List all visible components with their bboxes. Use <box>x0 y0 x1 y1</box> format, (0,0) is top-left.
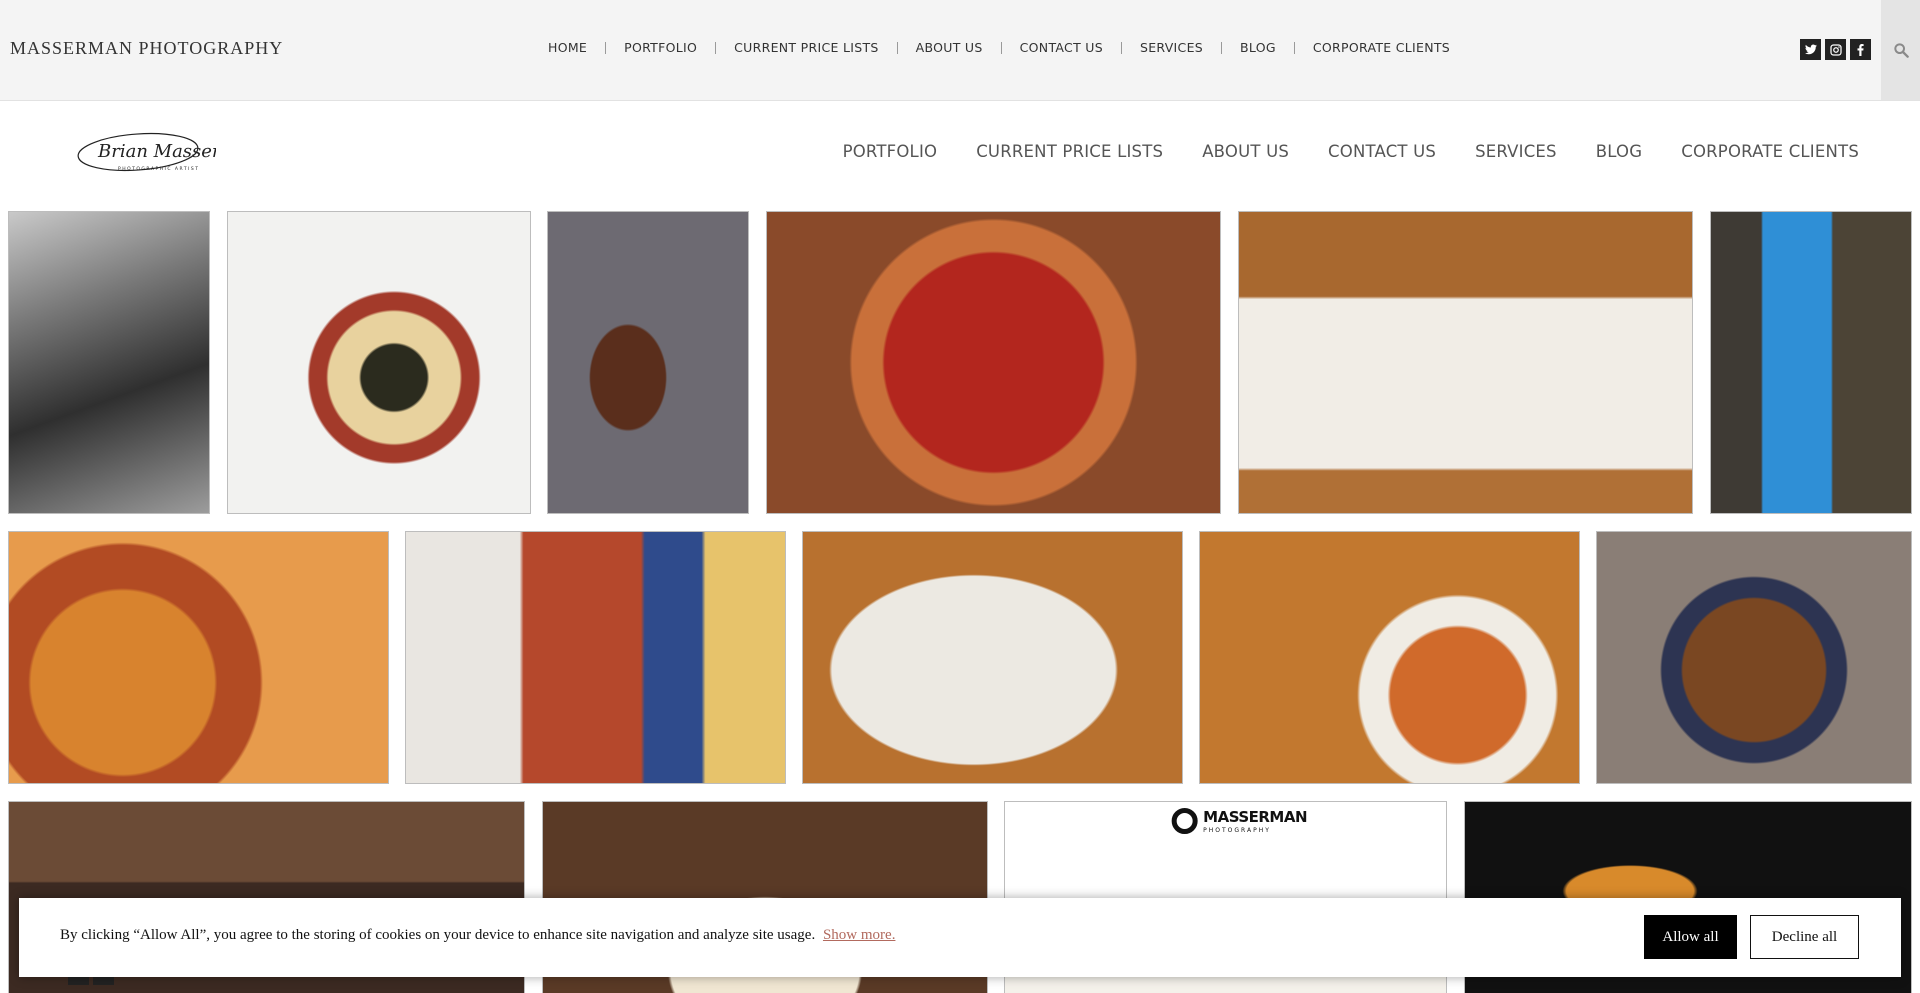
photo-pontoon-ale-can[interactable] <box>1710 211 1912 514</box>
facebook-icon[interactable] <box>1850 39 1871 60</box>
search-icon <box>1893 43 1909 58</box>
brand-logo[interactable]: Brian Masserman PHOTOGRAPHIC ARTIST <box>76 126 260 178</box>
cookie-message: By clicking “Allow All”, you agree to th… <box>60 927 895 944</box>
cookie-banner: By clicking “Allow All”, you agree to th… <box>19 898 1901 977</box>
photo-fish-tacos-chips[interactable] <box>405 531 786 784</box>
cookie-message-text: By clicking “Allow All”, you agree to th… <box>60 927 816 943</box>
top-nav-current-price-lists[interactable]: CURRENT PRICE LISTS <box>734 40 878 55</box>
main-nav-current-price-lists[interactable]: CURRENT PRICE LISTS <box>976 142 1163 161</box>
top-bar: MASSERMAN PHOTOGRAPHY HOME PORTFOLIO CUR… <box>0 0 1920 101</box>
photo-two-pizzas-salad[interactable] <box>8 531 389 784</box>
top-nav-corporate-clients[interactable]: CORPORATE CLIENTS <box>1313 40 1450 55</box>
photo-tomahawk-steak[interactable] <box>547 211 749 514</box>
main-nav-corporate-clients[interactable]: CORPORATE CLIENTS <box>1681 142 1859 161</box>
photo-plated-beet-dish[interactable] <box>227 211 531 514</box>
top-nav-portfolio[interactable]: PORTFOLIO <box>624 40 697 55</box>
main-nav-contact-us[interactable]: CONTACT US <box>1328 142 1436 161</box>
top-nav-blog[interactable]: BLOG <box>1240 40 1276 55</box>
photo-portrait-dreadlocks[interactable] <box>8 211 210 514</box>
top-nav-services[interactable]: SERVICES <box>1140 40 1203 55</box>
top-nav-contact-us[interactable]: CONTACT US <box>1020 40 1103 55</box>
search-button[interactable] <box>1881 0 1920 100</box>
decline-all-button[interactable]: Decline all <box>1750 915 1859 959</box>
cookie-show-more-link[interactable]: Show more. <box>823 927 896 943</box>
social-links <box>1800 39 1871 60</box>
site-title[interactable]: MASSERMAN PHOTOGRAPHY <box>10 38 283 59</box>
nav-divider <box>1293 41 1295 54</box>
twitter-icon[interactable] <box>1800 39 1821 60</box>
nav-divider <box>1120 41 1122 54</box>
photo-shrimp-pasta-spread[interactable] <box>1199 531 1580 784</box>
nav-divider <box>1221 41 1223 54</box>
main-nav-services[interactable]: SERVICES <box>1475 142 1557 161</box>
main-nav-blog[interactable]: BLOG <box>1596 142 1643 161</box>
photo-tacos-rice[interactable] <box>802 531 1183 784</box>
watermark-ring-icon <box>1171 808 1198 834</box>
nav-divider <box>605 41 607 54</box>
photo-pizza-topdown[interactable] <box>766 211 1221 514</box>
watermark-text: MASSERMAN <box>1203 807 1308 826</box>
masserman-watermark: MASSERMAN PHOTOGRAPHY <box>1171 807 1308 834</box>
svg-text:Brian Masserman: Brian Masserman <box>97 141 216 162</box>
allow-all-button[interactable]: Allow all <box>1644 915 1737 959</box>
nav-divider <box>715 41 717 54</box>
top-nav-about-us[interactable]: ABOUT US <box>916 40 983 55</box>
instagram-icon[interactable] <box>1825 39 1846 60</box>
main-nav: PORTFOLIO CURRENT PRICE LISTS ABOUT US C… <box>843 142 1859 161</box>
main-nav-about-us[interactable]: ABOUT US <box>1202 142 1289 161</box>
photo-chili-bowl[interactable] <box>1596 531 1912 784</box>
top-nav: HOME PORTFOLIO CURRENT PRICE LISTS ABOUT… <box>548 40 1450 55</box>
top-nav-home[interactable]: HOME <box>548 40 587 55</box>
photo-salmon-plate[interactable] <box>1238 211 1693 514</box>
watermark-subtext: PHOTOGRAPHY <box>1203 826 1271 834</box>
svg-text:PHOTOGRAPHIC ARTIST: PHOTOGRAPHIC ARTIST <box>118 166 200 172</box>
nav-divider <box>896 41 898 54</box>
main-nav-portfolio[interactable]: PORTFOLIO <box>843 142 938 161</box>
nav-divider <box>1000 41 1002 54</box>
